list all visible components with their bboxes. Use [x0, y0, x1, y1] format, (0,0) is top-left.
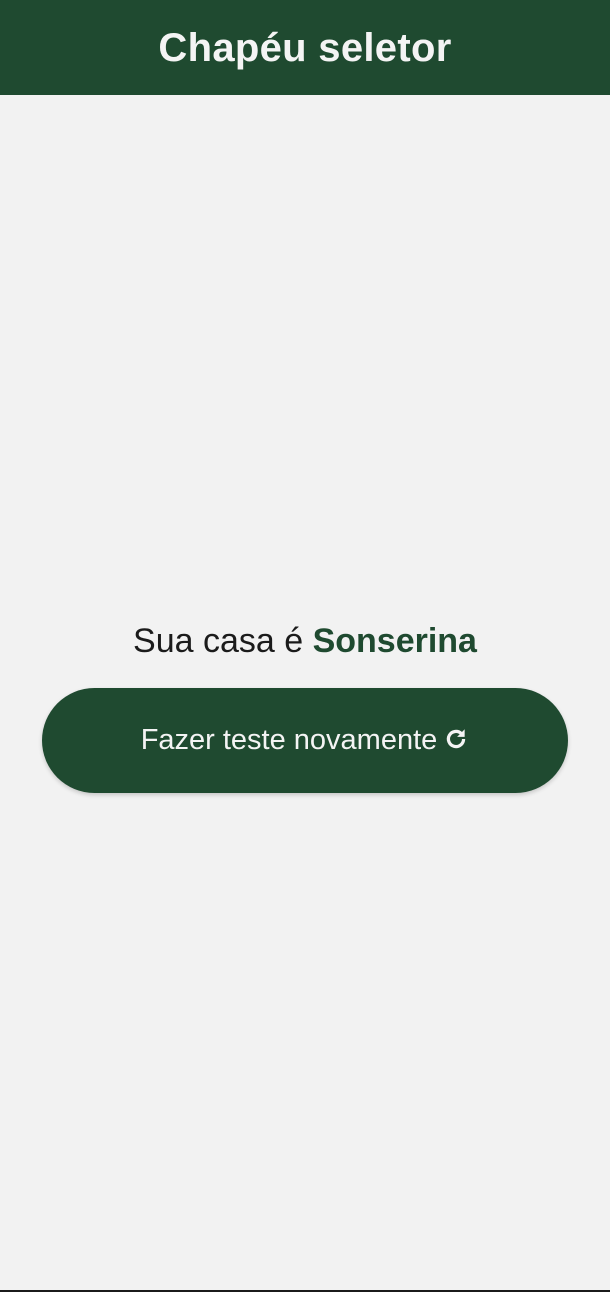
- refresh-icon: [443, 726, 469, 752]
- house-name: Sonserina: [312, 622, 477, 660]
- page-title: Chapéu seletor: [158, 26, 452, 70]
- app-header: Chapéu seletor: [0, 0, 610, 95]
- result-message: Sua casa é Sonserina: [0, 618, 610, 664]
- retry-button-label: Fazer teste novamente: [140, 724, 438, 756]
- result-prefix: Sua casa é: [133, 622, 313, 660]
- retry-test-button[interactable]: Fazer teste novamente: [42, 688, 568, 793]
